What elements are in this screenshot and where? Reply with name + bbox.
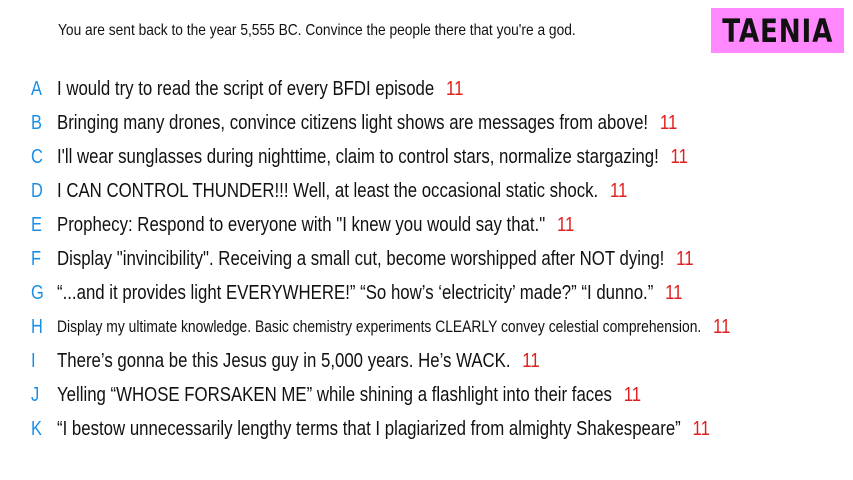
entry-score: 11 (556, 213, 575, 236)
entry-text: I'll wear sunglasses during nighttime, c… (57, 145, 659, 168)
entry-e: E Prophecy: Respond to everyone with "I … (0, 208, 853, 242)
entry-list: A I would try to read the script of ever… (0, 72, 853, 446)
contestant-name: TAENIA (721, 11, 834, 50)
entry-text: I CAN CONTROL THUNDER!!! Well, at least … (57, 179, 599, 202)
entry-h: H Display my ultimate knowledge. Basic c… (0, 310, 853, 344)
entry-letter: C (31, 145, 43, 168)
entry-letter: H (31, 315, 43, 338)
entry-letter: A (31, 77, 42, 100)
entry-b: B Bringing many drones, convince citizen… (0, 106, 853, 140)
entry-text: Yelling “WHOSE FORSAKEN ME” while shinin… (57, 383, 612, 406)
entry-score: 11 (445, 77, 464, 100)
entry-score: 11 (623, 383, 642, 406)
entry-text: There’s gonna be this Jesus guy in 5,000… (57, 349, 511, 372)
entry-letter: J (31, 383, 40, 406)
entry-i: I There’s gonna be this Jesus guy in 5,0… (0, 344, 853, 378)
entry-letter: K (31, 417, 42, 440)
entry-text: “...and it provides light EVERYWHERE!” “… (57, 281, 654, 304)
entry-letter: B (31, 111, 42, 134)
entry-text: Prophecy: Respond to everyone with "I kn… (57, 213, 546, 236)
entry-score: 11 (659, 111, 678, 134)
entry-score: 11 (676, 247, 694, 270)
entry-score: 11 (692, 417, 710, 440)
entry-letter: G (31, 281, 44, 304)
entry-score: 11 (522, 349, 540, 372)
entry-j: J Yelling “WHOSE FORSAKEN ME” while shin… (0, 378, 853, 412)
entry-letter: E (31, 213, 42, 236)
entry-d: D I CAN CONTROL THUNDER!!! Well, at leas… (0, 174, 853, 208)
entry-k: K “I bestow unnecessarily lengthy terms … (0, 412, 853, 446)
entry-a: A I would try to read the script of ever… (0, 72, 853, 106)
entry-c: C I'll wear sunglasses during nighttime,… (0, 140, 853, 174)
entry-letter: D (31, 179, 43, 202)
entry-text: Display "invincibility". Receiving a sma… (57, 247, 665, 270)
entry-text: I would try to read the script of every … (57, 77, 435, 100)
entry-score: 11 (609, 179, 628, 202)
entry-f: F Display "invincibility". Receiving a s… (0, 242, 853, 276)
prompt-text: You are sent back to the year 5,555 BC. … (58, 22, 576, 39)
entry-letter: F (31, 247, 42, 270)
entry-text: “I bestow unnecessarily lengthy terms th… (57, 417, 681, 440)
entry-g: G “...and it provides light EVERYWHERE!”… (0, 276, 853, 310)
entry-text: Display my ultimate knowledge. Basic che… (57, 317, 702, 336)
entry-text: Bringing many drones, convince citizens … (57, 111, 649, 134)
contestant-name-box: TAENIA (711, 8, 844, 53)
entry-score: 11 (713, 315, 731, 338)
entry-score: 11 (665, 281, 683, 304)
entry-score: 11 (670, 145, 688, 168)
entry-letter: I (31, 349, 36, 372)
